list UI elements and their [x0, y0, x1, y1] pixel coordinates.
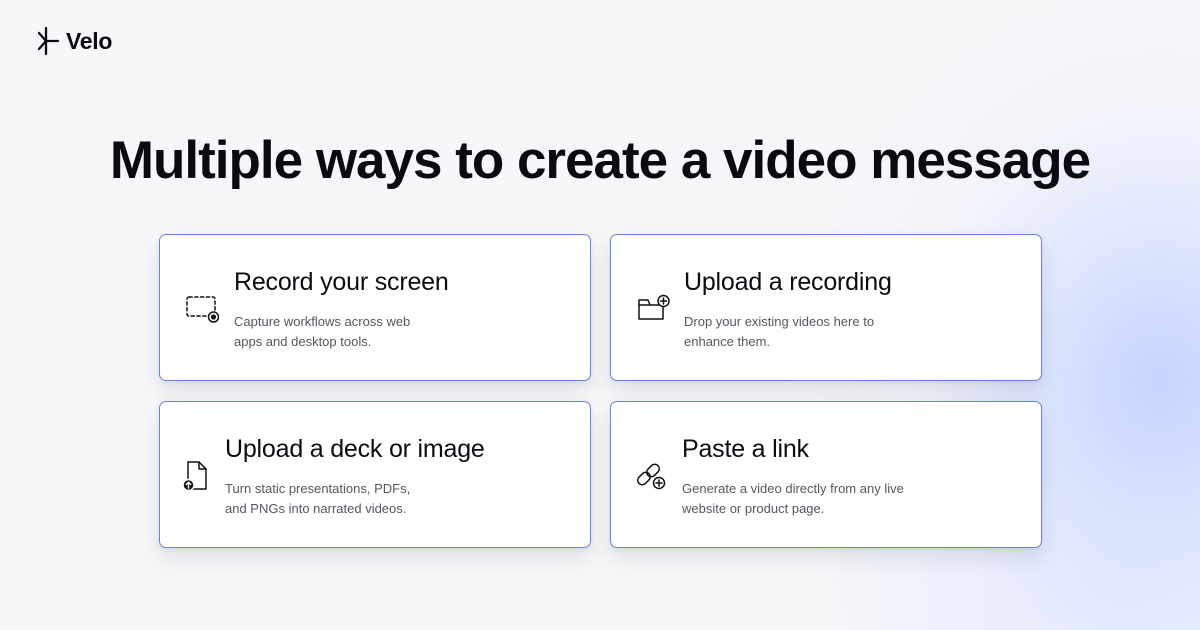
screen-record-icon	[185, 292, 219, 326]
file-upload-icon	[180, 459, 214, 493]
brand-name: Velo	[66, 27, 113, 54]
velo-logo-icon	[38, 26, 60, 56]
card-description-line: enhance them.	[684, 334, 771, 349]
card-title: Record your screen	[234, 268, 449, 296]
card-description-line: apps and desktop tools.	[234, 334, 372, 349]
card-description: Drop your existing videos here to enhanc…	[684, 312, 924, 352]
card-record-screen[interactable]: Record your screen Capture workflows acr…	[159, 234, 591, 381]
card-description-line: and PNGs into narrated videos.	[225, 501, 407, 516]
card-upload-deck[interactable]: Upload a deck or image Turn static prese…	[159, 401, 591, 548]
card-upload-recording[interactable]: Upload a recording Drop your existing vi…	[610, 234, 1042, 381]
card-description: Generate a video directly from any live …	[682, 479, 922, 519]
card-title: Upload a deck or image	[225, 435, 485, 463]
link-add-icon	[635, 459, 669, 493]
card-paste-link[interactable]: Paste a link Generate a video directly f…	[610, 401, 1042, 548]
card-description: Capture workflows across web apps and de…	[234, 312, 474, 352]
card-description-line: Drop your existing videos here to	[684, 314, 875, 329]
card-title: Upload a recording	[684, 268, 892, 296]
card-description: Turn static presentations, PDFs, and PNG…	[225, 479, 465, 519]
card-description-line: Capture workflows across web	[234, 314, 411, 329]
folder-add-icon	[637, 292, 671, 326]
brand-logo[interactable]: Velo	[38, 26, 112, 56]
card-description-line: Turn static presentations, PDFs,	[225, 481, 411, 496]
page-headline: Multiple ways to create a video message	[109, 131, 1091, 190]
card-title: Paste a link	[682, 435, 809, 463]
card-description-line: website or product page.	[682, 501, 825, 516]
card-description-line: Generate a video directly from any live	[682, 481, 904, 496]
